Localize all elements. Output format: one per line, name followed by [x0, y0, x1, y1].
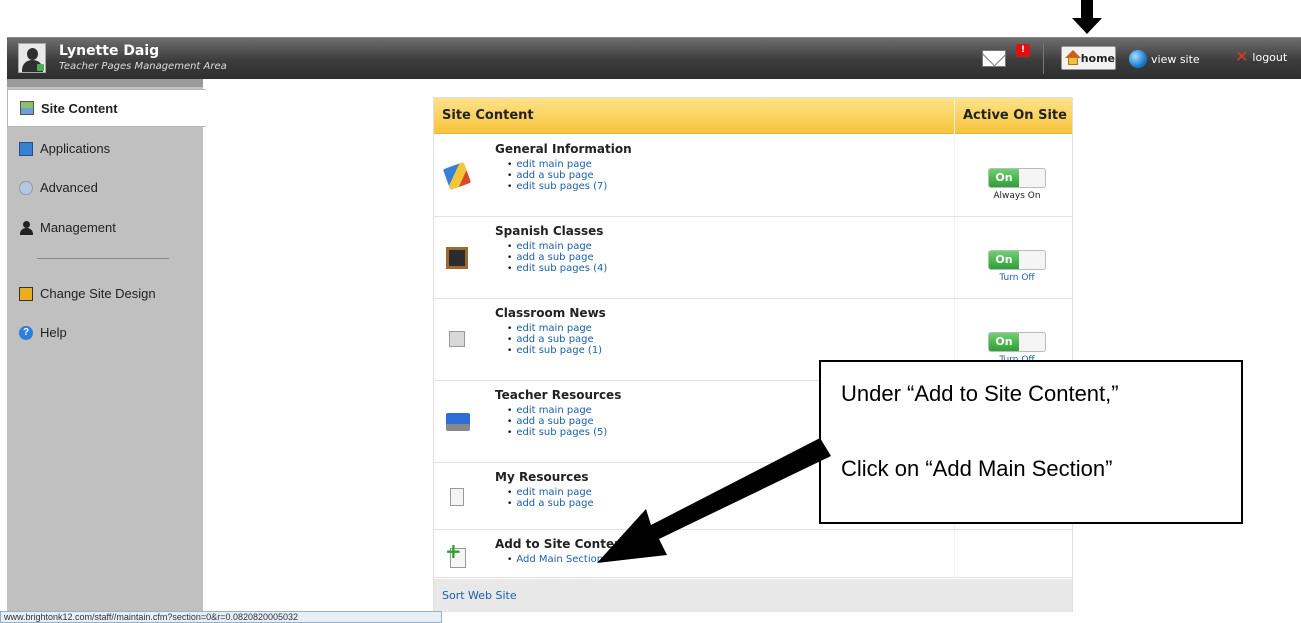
add-sub-page-link[interactable]: add a sub page [514, 252, 607, 263]
section-title: Teacher Resources [495, 388, 622, 402]
design-icon [19, 286, 33, 301]
section-title: My Resources [495, 470, 589, 484]
top-bar: Lynette Daig Teacher Pages Management Ar… [7, 37, 1301, 79]
toggle-status-text: Always On [993, 191, 1041, 201]
toggle-on-label: On [989, 169, 1019, 187]
section-links: edit main page add a sub page edit sub p… [514, 323, 602, 356]
add-document-icon [445, 539, 466, 568]
pencil-icon [442, 161, 472, 191]
add-main-section-link[interactable]: Add Main Section [514, 554, 603, 565]
edit-main-page-link[interactable]: edit main page [514, 487, 594, 498]
site-content-table: Site Content Active On Site General Info… [433, 97, 1073, 612]
help-icon: ? [19, 325, 33, 340]
sidebar-item-advanced[interactable]: Advanced [7, 168, 203, 207]
section-links: edit main page add a sub page [514, 487, 594, 509]
divider [1043, 44, 1044, 74]
edit-sub-pages-link[interactable]: edit sub pages (5) [514, 427, 607, 438]
laptop-icon [446, 413, 470, 431]
sidebar-item-change-site-design[interactable]: Change Site Design [7, 274, 203, 313]
toggle-on-label: On [989, 333, 1019, 351]
table-footer: Sort Web Site [434, 579, 1072, 612]
applications-icon [19, 141, 33, 156]
section-title: General Information [495, 142, 632, 156]
home-icon [1065, 50, 1081, 66]
logout-label: logout [1252, 50, 1288, 64]
section-title: Spanish Classes [495, 224, 604, 238]
add-sub-page-link[interactable]: add a sub page [514, 334, 602, 345]
user-avatar[interactable] [18, 43, 46, 73]
view-site-link[interactable]: view site [1129, 50, 1200, 68]
sidebar-item-applications[interactable]: Applications [7, 129, 203, 168]
edit-sub-page-link[interactable]: edit sub page (1) [514, 345, 602, 356]
table-row: Spanish Classes edit main page add a sub… [434, 217, 1072, 299]
callout-text-line1: Under “Add to Site Content,” [841, 381, 1119, 406]
section-title: Add to Site Content [495, 537, 629, 551]
logout-link[interactable]: ✕ logout [1235, 47, 1288, 66]
sidebar: Site Content Applications Advanced Manag… [7, 79, 206, 623]
sidebar-divider [37, 258, 169, 259]
user-icon [19, 220, 33, 235]
sidebar-item-label: Management [40, 220, 116, 235]
edit-sub-pages-link[interactable]: edit sub pages (4) [514, 263, 607, 274]
active-toggle[interactable]: On [988, 250, 1046, 270]
turn-off-link[interactable]: Turn Off [970, 273, 1064, 283]
sidebar-item-label: Help [40, 325, 67, 340]
edit-main-page-link[interactable]: edit main page [514, 159, 607, 170]
sidebar-item-label: Advanced [40, 180, 98, 195]
view-site-label: view site [1151, 52, 1200, 66]
sort-web-site-link[interactable]: Sort Web Site [442, 589, 517, 602]
section-title: Classroom News [495, 306, 606, 320]
instruction-callout: Under “Add to Site Content,” Click on “A… [819, 360, 1243, 524]
sidebar-item-site-content[interactable]: Site Content [7, 89, 206, 127]
newspaper-icon [449, 331, 465, 347]
sidebar-item-label: Applications [40, 141, 111, 156]
home-label: home [1080, 51, 1115, 65]
section-links: Add Main Section [514, 554, 603, 565]
add-sub-page-link[interactable]: add a sub page [514, 170, 607, 181]
sidebar-item-label: Site Content [41, 100, 118, 116]
section-links: edit main page add a sub page edit sub p… [514, 159, 607, 192]
management-area-subtitle: Teacher Pages Management Area [59, 61, 227, 72]
edit-sub-pages-link[interactable]: edit sub pages (7) [514, 181, 607, 192]
screenshot-canvas: Lynette Daig Teacher Pages Management Ar… [0, 0, 1301, 623]
column-header-active-label: Active On Site [963, 108, 1067, 123]
site-content-icon [20, 101, 34, 115]
section-links: edit main page add a sub page edit sub p… [514, 241, 607, 274]
mail-alert-badge: ! [1016, 44, 1030, 57]
active-toggle: On [988, 168, 1046, 188]
pointer-arrow-down [1072, 0, 1102, 36]
add-sub-page-link[interactable]: add a sub page [514, 498, 593, 509]
callout-text-line2: Click on “Add Main Section” [841, 456, 1113, 481]
add-sub-page-link[interactable]: add a sub page [514, 416, 607, 427]
home-button[interactable]: home [1061, 46, 1116, 70]
table-header: Site Content Active On Site [434, 98, 1072, 134]
logout-x-icon: ✕ [1235, 47, 1249, 66]
column-header-active: Active On Site [954, 98, 1072, 134]
table-row: General Information edit main page add a… [434, 135, 1072, 217]
globe-icon [1129, 50, 1147, 68]
sidebar-item-label: Change Site Design [40, 286, 156, 301]
sidebar-item-management[interactable]: Management [7, 208, 203, 247]
edit-main-page-link[interactable]: edit main page [514, 405, 607, 416]
browser-status-bar: www.brightonk12.com/staff//maintain.cfm?… [0, 611, 442, 623]
document-icon [450, 488, 464, 506]
user-name: Lynette Daig [59, 43, 160, 59]
edit-main-page-link[interactable]: edit main page [514, 241, 607, 252]
sidebar-item-help[interactable]: ? Help [7, 313, 203, 352]
active-toggle[interactable]: On [988, 332, 1046, 352]
edit-main-page-link[interactable]: edit main page [514, 323, 602, 334]
table-row: Add to Site Content Add Main Section [434, 530, 1072, 578]
toggle-on-label: On [989, 251, 1019, 269]
column-header-site-content: Site Content [442, 108, 534, 123]
chalkboard-icon [446, 247, 468, 269]
advanced-icon [19, 180, 33, 195]
mail-icon[interactable] [982, 50, 1006, 67]
section-links: edit main page add a sub page edit sub p… [514, 405, 607, 438]
